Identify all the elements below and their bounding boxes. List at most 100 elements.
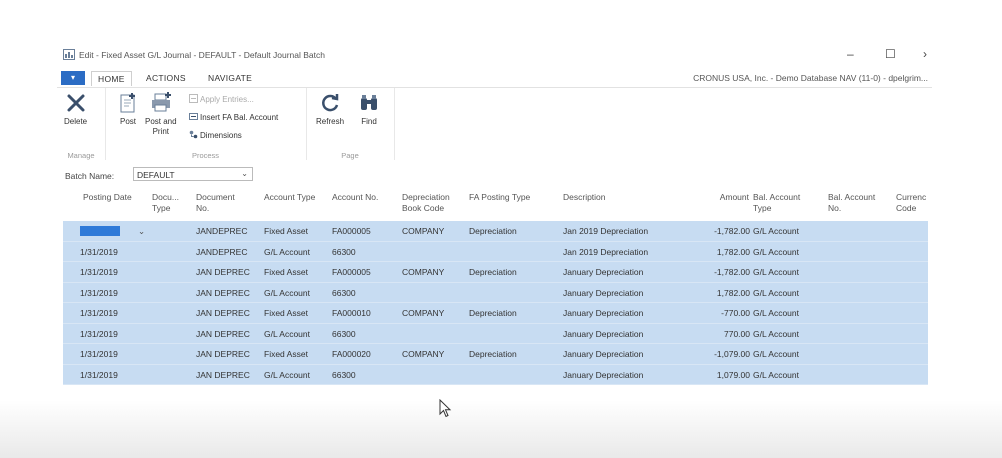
tab-home[interactable]: HOME <box>91 71 132 86</box>
posting-date-cell[interactable]: 1/31/2019 <box>80 349 118 359</box>
document-no-cell[interactable]: JAN DEPREC <box>196 308 250 318</box>
bal-account-type-cell[interactable]: G/L Account <box>753 308 799 318</box>
account-type-cell[interactable]: Fixed Asset <box>264 267 308 277</box>
col-bal-account-no[interactable]: Bal. Account No. <box>828 192 875 214</box>
batch-name-select[interactable]: DEFAULT ⌄ <box>133 167 253 181</box>
col-document-type[interactable]: Docu... Type <box>152 192 179 214</box>
amount-cell[interactable]: -1,079.00 <box>683 349 750 359</box>
chevron-down-icon[interactable]: ⌄ <box>138 226 145 237</box>
apply-entries-button[interactable]: Apply Entries... <box>189 94 254 104</box>
description-cell[interactable]: Jan 2019 Depreciation <box>563 226 648 236</box>
posting-date-cell[interactable]: 1/31/2019 <box>80 308 118 318</box>
description-cell[interactable]: January Depreciation <box>563 349 643 359</box>
col-account-type[interactable]: Account Type <box>264 192 315 203</box>
account-no-cell[interactable]: 66300 <box>332 247 356 257</box>
fa-posting-type-cell[interactable]: Depreciation <box>469 349 517 359</box>
table-row[interactable]: 1/31/2019 JAN DEPREC G/L Account 66300 J… <box>63 283 928 303</box>
col-document-no[interactable]: Document No. <box>196 192 235 214</box>
table-row[interactable]: 1/31/2019 JAN DEPREC G/L Account 66300 J… <box>63 365 928 385</box>
description-cell[interactable]: Jan 2019 Depreciation <box>563 247 648 257</box>
account-no-cell[interactable]: FA000005 <box>332 267 371 277</box>
bal-account-type-cell[interactable]: G/L Account <box>753 329 799 339</box>
post-button[interactable]: Post <box>117 92 139 126</box>
posting-date-cell[interactable]: 1/31/2019 <box>80 226 120 236</box>
col-amount[interactable]: Amount <box>713 192 749 203</box>
post-and-print-button[interactable]: Post and Print <box>145 92 177 137</box>
account-type-cell[interactable]: G/L Account <box>264 247 310 257</box>
document-no-cell[interactable]: JAN DEPREC <box>196 288 250 298</box>
col-depreciation-book-code[interactable]: Depreciation Book Code <box>402 192 450 214</box>
fa-posting-type-cell[interactable]: Depreciation <box>469 308 517 318</box>
col-account-no[interactable]: Account No. <box>332 192 378 203</box>
amount-cell[interactable]: 1,782.00 <box>683 247 750 257</box>
account-type-cell[interactable]: Fixed Asset <box>264 349 308 359</box>
find-button[interactable]: Find <box>358 92 380 126</box>
posting-date-cell[interactable]: 1/31/2019 <box>80 267 118 277</box>
account-type-cell[interactable]: G/L Account <box>264 329 310 339</box>
account-no-cell[interactable]: FA000005 <box>332 226 371 236</box>
document-no-cell[interactable]: JANDEPREC <box>196 226 247 236</box>
account-type-cell[interactable]: G/L Account <box>264 288 310 298</box>
table-row[interactable]: 1/31/2019 JAN DEPREC Fixed Asset FA00001… <box>63 303 928 324</box>
col-description[interactable]: Description <box>563 192 606 203</box>
account-no-cell[interactable]: FA000010 <box>332 308 371 318</box>
fa-posting-type-cell[interactable]: Depreciation <box>469 267 517 277</box>
posting-date-cell[interactable]: 1/31/2019 <box>80 370 118 380</box>
maximize-button[interactable]: ☐ <box>885 47 896 61</box>
col-currency-code[interactable]: Currenc Code <box>896 192 926 214</box>
description-cell[interactable]: January Depreciation <box>563 370 643 380</box>
document-no-cell[interactable]: JAN DEPREC <box>196 349 250 359</box>
depreciation-book-cell[interactable]: COMPANY <box>402 308 444 318</box>
bal-account-type-cell[interactable]: G/L Account <box>753 267 799 277</box>
delete-button[interactable]: Delete <box>64 92 87 126</box>
close-button[interactable]: › <box>923 47 927 61</box>
description-cell[interactable]: January Depreciation <box>563 267 643 277</box>
table-row[interactable]: 1/31/2019 ⌄ JANDEPREC Fixed Asset FA0000… <box>63 221 928 242</box>
bal-account-type-cell[interactable]: G/L Account <box>753 370 799 380</box>
tab-actions[interactable]: ACTIONS <box>146 71 186 85</box>
depreciation-book-cell[interactable]: COMPANY <box>402 226 444 236</box>
col-posting-date[interactable]: Posting Date <box>83 192 132 203</box>
posting-date-cell[interactable]: 1/31/2019 <box>80 329 118 339</box>
amount-cell[interactable]: -1,782.00 <box>683 226 750 236</box>
tab-navigate[interactable]: NAVIGATE <box>208 71 252 85</box>
dimensions-button[interactable]: Dimensions <box>189 130 242 140</box>
description-cell[interactable]: January Depreciation <box>563 329 643 339</box>
table-row[interactable]: 1/31/2019 JAN DEPREC Fixed Asset FA00000… <box>63 262 928 283</box>
description-cell[interactable]: January Depreciation <box>563 308 643 318</box>
document-no-cell[interactable]: JAN DEPREC <box>196 370 250 380</box>
col-bal-account-type[interactable]: Bal. Account Type <box>753 192 800 214</box>
document-no-cell[interactable]: JAN DEPREC <box>196 267 250 277</box>
description-cell[interactable]: January Depreciation <box>563 288 643 298</box>
account-no-cell[interactable]: 66300 <box>332 370 356 380</box>
posting-date-cell[interactable]: 1/31/2019 <box>80 247 118 257</box>
amount-cell[interactable]: 1,079.00 <box>683 370 750 380</box>
amount-cell[interactable]: -770.00 <box>683 308 750 318</box>
posting-date-cell[interactable]: 1/31/2019 <box>80 288 118 298</box>
insert-fa-bal-account-button[interactable]: Insert FA Bal. Account <box>189 112 278 122</box>
table-row[interactable]: 1/31/2019 JANDEPREC G/L Account 66300 Ja… <box>63 242 928 262</box>
account-no-cell[interactable]: 66300 <box>332 329 356 339</box>
document-no-cell[interactable]: JANDEPREC <box>196 247 247 257</box>
bal-account-type-cell[interactable]: G/L Account <box>753 349 799 359</box>
table-row[interactable]: 1/31/2019 JAN DEPREC G/L Account 66300 J… <box>63 324 928 344</box>
account-type-cell[interactable]: G/L Account <box>264 370 310 380</box>
fa-posting-type-cell[interactable]: Depreciation <box>469 226 517 236</box>
col-fa-posting-type[interactable]: FA Posting Type <box>469 192 530 203</box>
amount-cell[interactable]: -1,782.00 <box>683 267 750 277</box>
bal-account-type-cell[interactable]: G/L Account <box>753 288 799 298</box>
depreciation-book-cell[interactable]: COMPANY <box>402 267 444 277</box>
account-type-cell[interactable]: Fixed Asset <box>264 308 308 318</box>
bal-account-type-cell[interactable]: G/L Account <box>753 247 799 257</box>
app-menu-button[interactable]: ▾ <box>61 71 85 85</box>
bal-account-type-cell[interactable]: G/L Account <box>753 226 799 236</box>
account-no-cell[interactable]: 66300 <box>332 288 356 298</box>
document-no-cell[interactable]: JAN DEPREC <box>196 329 250 339</box>
amount-cell[interactable]: 1,782.00 <box>683 288 750 298</box>
amount-cell[interactable]: 770.00 <box>683 329 750 339</box>
table-row[interactable]: 1/31/2019 JAN DEPREC Fixed Asset FA00002… <box>63 344 928 365</box>
depreciation-book-cell[interactable]: COMPANY <box>402 349 444 359</box>
account-no-cell[interactable]: FA000020 <box>332 349 371 359</box>
refresh-button[interactable]: Refresh <box>316 92 344 126</box>
minimize-button[interactable]: – <box>847 47 854 61</box>
